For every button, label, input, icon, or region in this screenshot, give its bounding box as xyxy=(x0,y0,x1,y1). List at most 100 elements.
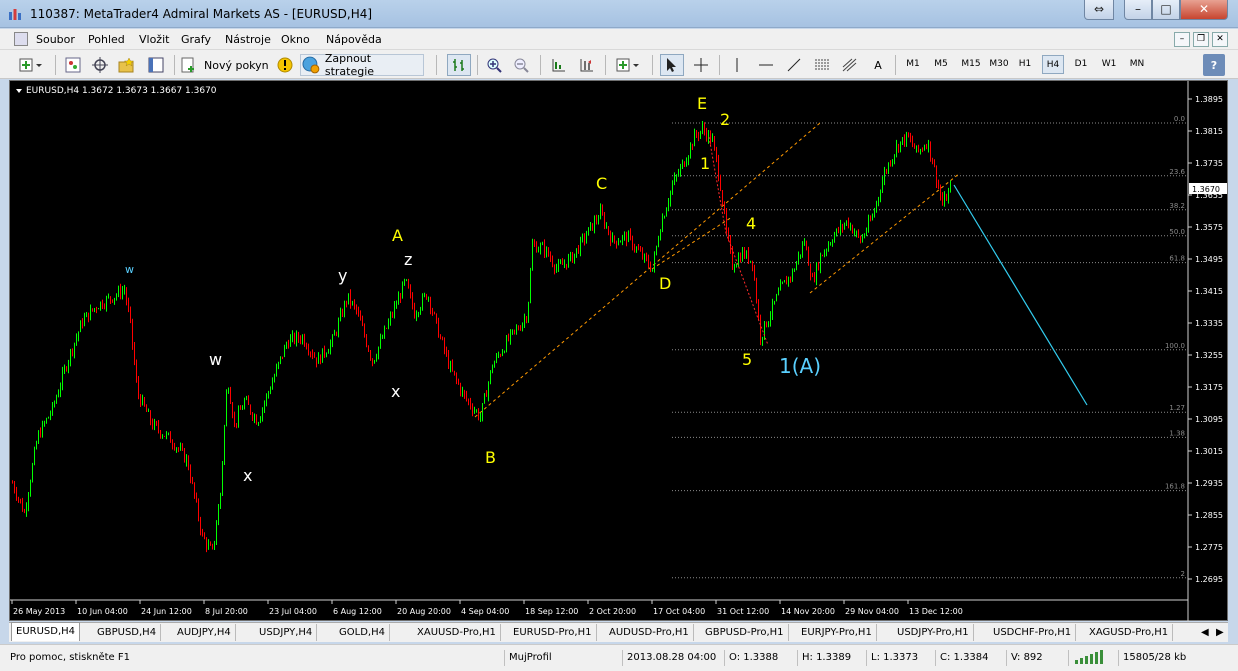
title-bar: 110387: MetaTrader4 Admiral Markets AS -… xyxy=(0,0,1238,28)
symbol-tab[interactable]: GBPUSD,H4 xyxy=(93,624,162,641)
zoom-out-button[interactable] xyxy=(510,54,532,76)
zoom-out-icon xyxy=(514,58,529,73)
chart-minimize-button[interactable]: – xyxy=(1174,32,1190,47)
tabs-scroll-right-icon[interactable]: ▶ xyxy=(1212,624,1228,641)
new-order-button[interactable]: Nový pokyn xyxy=(180,54,272,76)
terminal-button[interactable] xyxy=(145,54,167,76)
warning-icon xyxy=(277,57,293,73)
timeframe-m15[interactable]: M15 xyxy=(958,55,984,74)
time-tick-label: 8 Jul 20:00 xyxy=(205,607,248,616)
timeframe-h1[interactable]: H1 xyxy=(1014,55,1036,74)
menu-grafy[interactable]: Grafy xyxy=(181,33,211,46)
status-bar: Pro pomoc, stiskněte F1 MujProfil 2013.0… xyxy=(0,644,1238,671)
symbol-tab[interactable]: AUDUSD-Pro,H1 xyxy=(605,624,694,641)
favorites-button[interactable] xyxy=(116,54,138,76)
text-tool-button[interactable]: A xyxy=(866,54,890,76)
fibonacci-level-label: 100.0 xyxy=(1165,342,1185,350)
symbol-tab[interactable]: XAUUSD-Pro,H1 xyxy=(413,624,501,641)
menu-nastroje[interactable]: Nástroje xyxy=(225,33,271,46)
time-tick-label: 29 Nov 04:00 xyxy=(845,607,899,616)
menu-soubor[interactable]: Soubor xyxy=(36,33,75,46)
price-tick-label: 1.2695 xyxy=(1195,575,1223,584)
wave-label: w xyxy=(125,263,134,276)
cursor-tool-button[interactable] xyxy=(660,54,684,76)
alert-button[interactable] xyxy=(275,54,295,76)
status-traffic: 15805/28 kb xyxy=(1118,650,1232,666)
auto-scroll-button[interactable] xyxy=(546,54,570,76)
zoom-in-button[interactable] xyxy=(483,54,505,76)
time-tick-label: 17 Oct 04:00 xyxy=(653,607,705,616)
menu-napoveda[interactable]: Nápověda xyxy=(326,33,382,46)
autotrading-button[interactable]: Zapnout strategie xyxy=(300,52,424,78)
symbol-tab[interactable]: EURJPY-Pro,H1 xyxy=(797,624,877,641)
fibonacci-button[interactable] xyxy=(838,54,862,76)
time-tick-label: 10 Jun 04:00 xyxy=(77,607,128,616)
symbol-tab[interactable]: USDJPY-Pro,H1 xyxy=(893,624,974,641)
chart-window-icon[interactable] xyxy=(14,32,28,46)
time-tick-label: 13 Dec 12:00 xyxy=(909,607,963,616)
symbol-tab[interactable]: GOLD,H4 xyxy=(335,624,390,641)
timeframe-m30[interactable]: M30 xyxy=(986,55,1012,74)
new-chart-button[interactable] xyxy=(14,54,48,76)
symbol-tab[interactable]: USDJPY,H4 xyxy=(255,624,318,641)
chart-header: EURUSD,H4 1.3672 1.3673 1.3667 1.3670 xyxy=(26,86,217,96)
price-tick-label: 1.3095 xyxy=(1195,415,1223,424)
menu-pohled[interactable]: Pohled xyxy=(88,33,125,46)
horizontal-line-button[interactable] xyxy=(754,54,778,76)
symbol-tab[interactable]: AUDJPY,H4 xyxy=(173,624,236,641)
price-chart[interactable]: 0.0 23.6 38.2 50.0 61.8 100.0 1.27 1.38 161.8 2 w… xyxy=(10,81,1229,622)
symbol-tab[interactable]: GBPUSD-Pro,H1 xyxy=(701,624,789,641)
chart-window[interactable]: 0.0 23.6 38.2 50.0 61.8 100.0 1.27 1.38 161.8 2 w… xyxy=(9,80,1229,622)
chart-shift-button[interactable] xyxy=(574,54,598,76)
new-chart-icon xyxy=(19,58,42,72)
timeframe-w1[interactable]: W1 xyxy=(1098,55,1120,74)
chart-restore-button[interactable]: ❐ xyxy=(1193,32,1209,47)
crosshair-tool-button[interactable] xyxy=(689,54,713,76)
chart-menu-triangle-icon[interactable] xyxy=(16,89,22,93)
indicators-button[interactable] xyxy=(611,54,645,76)
timeframe-h4[interactable]: H4 xyxy=(1042,55,1064,74)
timeframe-m5[interactable]: M5 xyxy=(930,55,952,74)
menu-vlozit[interactable]: Vložit xyxy=(139,33,169,46)
price-tick-label: 1.3255 xyxy=(1195,351,1223,360)
symbol-tab[interactable]: EURUSD,H4 xyxy=(11,622,81,641)
time-tick-label: 6 Aug 12:00 xyxy=(333,607,382,616)
chart-close-button[interactable]: ✕ xyxy=(1212,32,1228,47)
wave-label: E xyxy=(697,94,707,113)
vertical-line-button[interactable] xyxy=(725,54,749,76)
equidistant-channel-button[interactable] xyxy=(810,54,834,76)
navigator-button[interactable] xyxy=(89,54,111,76)
price-tick-label: 1.3815 xyxy=(1195,127,1223,136)
auto-scroll-icon xyxy=(552,59,565,72)
symbol-tab[interactable]: USDCHF-Pro,H1 xyxy=(989,624,1077,641)
symbol-tab[interactable]: XAGUSD-Pro,H1 xyxy=(1085,624,1174,641)
time-tick-label: 23 Jul 04:00 xyxy=(269,607,317,616)
close-button[interactable]: ✕ xyxy=(1180,0,1228,20)
status-profile[interactable]: MujProfil xyxy=(504,650,618,666)
status-time: 2013.08.28 04:00 xyxy=(622,650,720,666)
tabs-scroll-left-icon[interactable]: ◀ xyxy=(1197,624,1213,641)
minimize-button[interactable]: – xyxy=(1124,0,1152,20)
terminal-icon xyxy=(148,57,164,73)
wave-label: 4 xyxy=(746,214,756,233)
price-tick-label: 1.3895 xyxy=(1195,95,1223,104)
market-watch-button[interactable] xyxy=(62,54,84,76)
menu-bar: Soubor Pohled Vložit Grafy Nástroje Okno… xyxy=(0,29,1238,50)
timeframe-m1[interactable]: M1 xyxy=(902,55,924,74)
help-button[interactable]: ? xyxy=(1203,54,1225,76)
trendline-button[interactable] xyxy=(782,54,806,76)
time-tick-label: 20 Aug 20:00 xyxy=(397,607,451,616)
menu-okno[interactable]: Okno xyxy=(281,33,310,46)
price-tick-label: 1.3415 xyxy=(1195,287,1223,296)
timeframe-d1[interactable]: D1 xyxy=(1070,55,1092,74)
wave-label: x xyxy=(243,466,252,485)
zoom-in-icon xyxy=(487,58,502,73)
price-tick-label: 1.3575 xyxy=(1195,223,1223,232)
symbol-tab[interactable]: EURUSD-Pro,H1 xyxy=(509,624,597,641)
maximize-button[interactable]: □ xyxy=(1152,0,1180,20)
bar-chart-button[interactable] xyxy=(447,54,471,76)
new-order-icon xyxy=(181,57,194,73)
restore-app-button[interactable]: ⇔ xyxy=(1084,0,1114,20)
timeframe-mn[interactable]: MN xyxy=(1126,55,1148,74)
price-tick-label: 1.3175 xyxy=(1195,383,1223,392)
